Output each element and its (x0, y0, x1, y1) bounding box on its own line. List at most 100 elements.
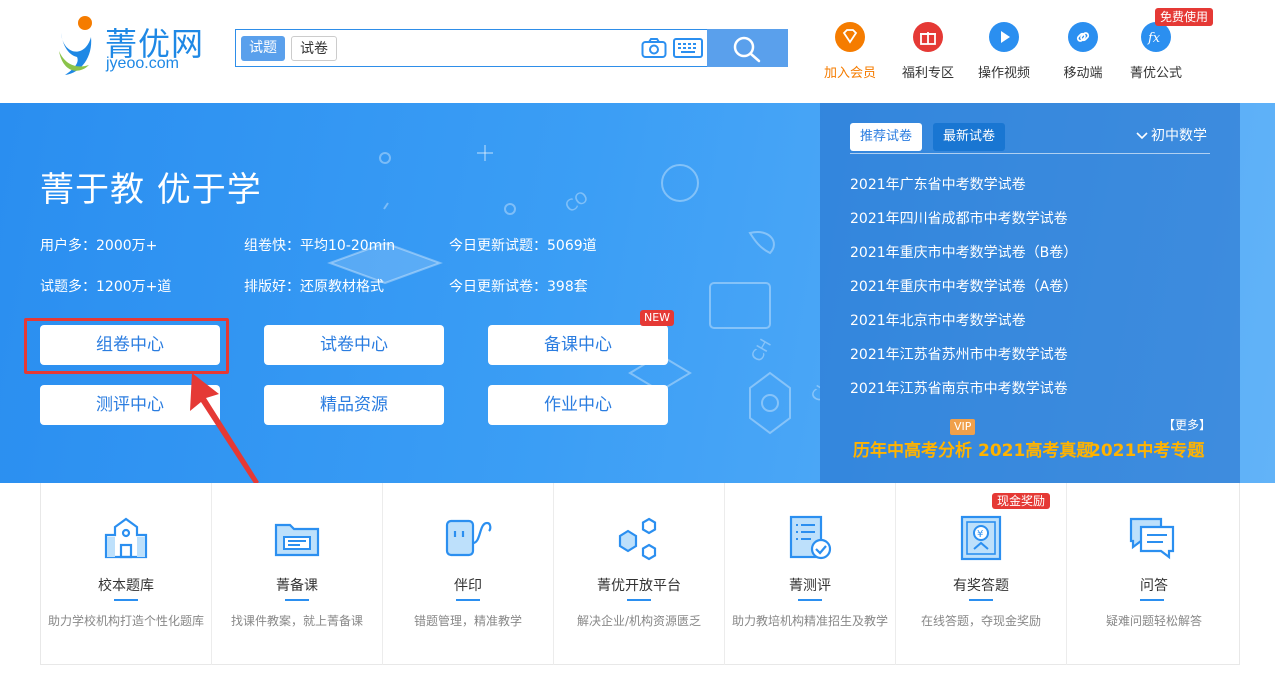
card-school-bank[interactable]: 校本题库 助力学校机构打造个性化题库 (41, 483, 212, 665)
school-icon (104, 517, 148, 559)
stat-speed: 组卷快：平均10-20min (244, 238, 396, 254)
arrow-annotation (190, 373, 259, 483)
card-title: 菁备课 (276, 578, 318, 594)
card-underline (798, 599, 822, 601)
card-lesson-prep[interactable]: 菁备课 找课件教案，就上菁备课 (212, 483, 383, 665)
vip-badge: VIP (950, 419, 976, 435)
paper-link[interactable]: 2021年重庆市中考数学试卷（A卷） (850, 276, 1077, 296)
divider (850, 153, 1210, 154)
stat-layout: 排版好：还原教材格式 (244, 279, 384, 295)
highlight-annotation (24, 318, 229, 374)
search-button[interactable] (707, 29, 788, 67)
play-icon (989, 22, 1019, 52)
stat-questions: 试题多：1200万+道 (40, 279, 172, 295)
svg-text:¥: ¥ (977, 529, 983, 540)
keyboard-icon[interactable] (673, 38, 703, 58)
card-title: 菁测评 (789, 578, 831, 594)
site-logo[interactable]: 菁优网 jyeoo.com (55, 15, 205, 75)
promo-exam-analysis[interactable]: 历年中高考分析 (853, 436, 972, 461)
paper-link[interactable]: 2021年重庆市中考数学试卷（B卷） (850, 242, 1077, 262)
service-cards: 校本题库 助力学校机构打造个性化题库 菁备课 找课件教案，就上菁备课 伴印 错题… (40, 483, 1240, 665)
svg-text:CH: CH (807, 375, 820, 405)
svg-text:CO: CO (561, 187, 591, 216)
nav-welfare[interactable]: 福利专区 (892, 22, 964, 81)
nav-label: 菁优公式 (1129, 66, 1182, 81)
card-assessment[interactable]: 菁测评 助力教培机构精准招生及教学 (725, 483, 896, 665)
hexagon-icon (618, 517, 657, 561)
card-desc: 疑难问题轻松解答 (1105, 614, 1202, 628)
card-qa[interactable]: 问答 疑难问题轻松解答 (1067, 483, 1241, 665)
card-desc: 解决企业/机构资源匮乏 (576, 614, 702, 628)
card-underline (1140, 599, 1164, 601)
card-desc: 助力教培机构精准招生及教学 (731, 614, 888, 628)
stat-today-questions: 今日更新试题：5069道 (449, 238, 597, 254)
nav-formula[interactable]: fx 菁优公式 (1120, 22, 1192, 81)
chat-icon (1129, 517, 1175, 560)
diamond-icon (835, 22, 865, 52)
promo-zhongkao-2021[interactable]: 2021中考专题 (1089, 436, 1204, 461)
banner-decoration: CO CH CH (327, 145, 820, 435)
grade-label: 初中数学 (1151, 128, 1207, 144)
card-title: 菁优开放平台 (597, 578, 681, 594)
card-desc: 找课件教案，就上菁备课 (230, 614, 363, 628)
card-open-platform[interactable]: 菁优开放平台 解决企业/机构资源匮乏 (554, 483, 725, 665)
nav-video[interactable]: 操作视频 (968, 22, 1040, 81)
free-badge: 免费使用 (1155, 8, 1214, 26)
card-desc: 错题管理，精准教学 (413, 614, 522, 628)
tab-latest-papers[interactable]: 最新试卷 (933, 123, 1006, 151)
grade-select[interactable]: 初中数学 (1136, 125, 1207, 145)
certificate-icon: ¥ (960, 515, 1002, 561)
new-badge: NEW (640, 310, 675, 326)
card-underline (627, 599, 651, 601)
camera-icon[interactable] (641, 37, 667, 59)
folder-icon (274, 523, 320, 557)
top-header: 菁优网 jyeoo.com 试题 试卷 加入会员 福利专区 操作视频 移动端 f… (0, 0, 1275, 103)
card-underline (456, 599, 480, 601)
card-title: 伴印 (454, 578, 482, 594)
card-underline (285, 599, 309, 601)
search-tab-papers[interactable]: 试卷 (291, 36, 337, 61)
printer-icon (445, 519, 492, 557)
card-desc: 在线答题，夺现金奖励 (920, 614, 1041, 628)
promo-gaokao-2021[interactable]: 2021高考真题 (978, 436, 1093, 461)
lesson-center-button[interactable]: 备课中心 (488, 325, 668, 365)
cash-reward-badge: 现金奖励 (992, 493, 1051, 509)
search-icon (733, 36, 761, 63)
search-tab-questions[interactable]: 试题 (241, 36, 285, 61)
svg-text:CH: CH (747, 335, 775, 365)
card-print[interactable]: 伴印 错题管理，精准教学 (383, 483, 554, 665)
homework-center-button[interactable]: 作业中心 (488, 385, 668, 425)
nav-mobile[interactable]: 移动端 (1047, 22, 1119, 81)
stat-today-papers: 今日更新试卷：398套 (449, 279, 588, 295)
tab-recommended-papers[interactable]: 推荐试卷 (850, 123, 923, 151)
card-underline (969, 599, 993, 601)
card-title: 有奖答题 (953, 578, 1009, 594)
card-prize-quiz[interactable]: ¥ 有奖答题 在线答题，夺现金奖励 (896, 483, 1067, 665)
logo-figure-icon (59, 16, 92, 75)
card-underline (114, 599, 138, 601)
premium-resources-button[interactable]: 精品资源 (264, 385, 444, 425)
formula-icon: fx (1141, 22, 1171, 52)
paper-panel: 推荐试卷 最新试卷 初中数学 2021年广东省中考数学试卷 2021年四川省成都… (820, 103, 1240, 483)
stat-users: 用户多：2000万+ (40, 238, 158, 254)
hero-banner: CO CH CH 菁于教 优于学 用户多：2000万+ 组卷快：平均10-20m… (0, 103, 1275, 483)
nav-label: 加入会员 (823, 66, 876, 81)
card-title: 校本题库 (98, 578, 154, 594)
paper-link[interactable]: 2021年北京市中考数学试卷 (850, 310, 1026, 330)
paper-center-button[interactable]: 试卷中心 (264, 325, 444, 365)
paper-link[interactable]: 2021年江苏省南京市中考数学试卷 (850, 378, 1068, 398)
chevron-down-icon (1136, 132, 1148, 140)
paper-link[interactable]: 2021年四川省成都市中考数学试卷 (850, 208, 1068, 228)
svg-text:fx: fx (1147, 31, 1161, 46)
banner-slogan: 菁于教 优于学 (40, 170, 262, 210)
nav-label: 操作视频 (977, 66, 1030, 81)
nav-join-member[interactable]: 加入会员 (814, 22, 886, 81)
paper-link[interactable]: 2021年广东省中考数学试卷 (850, 174, 1026, 194)
more-link[interactable]: 【更多】 (1163, 416, 1211, 433)
paper-link[interactable]: 2021年江苏省苏州市中考数学试卷 (850, 344, 1068, 364)
card-title: 问答 (1140, 578, 1168, 594)
link-icon (1068, 22, 1098, 52)
nav-label: 福利专区 (901, 66, 954, 81)
logo-text-en: jyeoo.com (106, 55, 179, 72)
search-bar: 试题 试卷 (235, 29, 788, 67)
